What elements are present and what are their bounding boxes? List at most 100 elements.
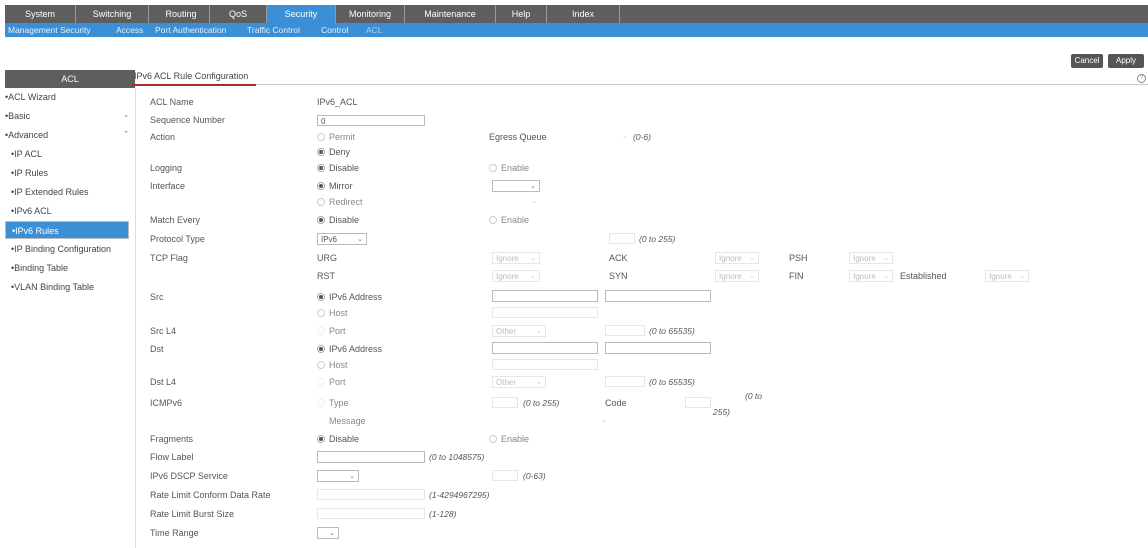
flow-label-input[interactable] — [317, 451, 425, 463]
dst-l4-port-radio[interactable]: Port — [317, 377, 346, 387]
src-host-input[interactable] — [492, 307, 598, 318]
subnav-port-authentication[interactable]: Port Authentication — [155, 23, 226, 37]
rst-select[interactable]: Ignore ⌄ — [492, 270, 540, 282]
sidebar-item-ip-extended-rules[interactable]: •IP Extended Rules — [5, 183, 135, 201]
fragments-enable-radio[interactable]: Enable — [489, 434, 529, 444]
syn-select[interactable]: Ignore ⌄ — [715, 270, 759, 282]
sequence-number-input[interactable]: 0 — [317, 115, 425, 126]
dst-host-input[interactable] — [492, 359, 598, 370]
action-permit-radio[interactable]: Permit — [317, 132, 355, 142]
nav-tab-system[interactable]: System — [5, 5, 76, 23]
match-every-enable-radio[interactable]: Enable — [489, 215, 529, 225]
sidebar-item-ip-binding-configuration[interactable]: •IP Binding Configuration — [5, 240, 135, 258]
dst-host-radio[interactable]: Host — [317, 360, 348, 370]
rate-limit-label: Rate Limit Conform Data Rate — [150, 490, 271, 500]
sidebar-item-ipv6-acl[interactable]: •IPv6 ACL — [5, 202, 135, 220]
sidebar-item-ip-acl[interactable]: •IP ACL — [5, 145, 135, 163]
icmpv6-type-input[interactable] — [492, 397, 518, 408]
burst-size-range: (1-128) — [429, 509, 457, 519]
rate-limit-input[interactable] — [317, 489, 425, 500]
nav-tab-index[interactable]: Index — [547, 5, 620, 23]
apply-button[interactable]: Apply — [1108, 54, 1144, 68]
subnav-acl[interactable]: ACL — [366, 23, 383, 37]
src-l4-port-radio[interactable]: Port — [317, 326, 346, 336]
sidebar-item-label: •IPv6 Rules — [12, 226, 59, 236]
sidebar-item-basic[interactable]: •Basic ⌄ — [5, 107, 135, 125]
icmpv6-message-radio[interactable]: Message — [317, 416, 366, 426]
urg-label: URG — [317, 253, 337, 263]
src-l4-port-input[interactable] — [605, 325, 645, 336]
dst-ipv6-address-input[interactable] — [492, 342, 598, 354]
interface-redirect-radio[interactable]: Redirect — [317, 197, 363, 207]
nav-tab-monitoring[interactable]: Monitoring — [336, 5, 405, 23]
dscp-label: IPv6 DSCP Service — [150, 471, 228, 481]
src-host-radio[interactable]: Host — [317, 308, 348, 318]
dst-ipv6-address-radio[interactable]: IPv6 Address — [317, 344, 382, 354]
icmpv6-label: ICMPv6 — [150, 398, 183, 408]
subnav-traffic-control[interactable]: Traffic Control — [247, 23, 300, 37]
help-icon[interactable]: ? — [1137, 74, 1146, 83]
ack-label: ACK — [609, 253, 628, 263]
fin-label: FIN — [789, 271, 804, 281]
dscp-select[interactable]: ⌄ — [317, 470, 359, 482]
protocol-range: (0 to 255) — [639, 234, 676, 244]
app-frame: System Switching Routing QoS Security Mo… — [5, 5, 1148, 548]
acl-name-value: IPv6_ACL — [317, 97, 358, 107]
interface-redirect-select[interactable]: ⌄ — [492, 196, 540, 208]
icmpv6-type-radio[interactable]: Type — [317, 398, 349, 408]
psh-select[interactable]: Ignore ⌄ — [849, 252, 893, 264]
nav-tab-routing[interactable]: Routing — [153, 5, 210, 23]
action-deny-radio[interactable]: Deny — [317, 147, 350, 157]
sidebar-item-vlan-binding-table[interactable]: •VLAN Binding Table — [5, 278, 135, 296]
nav-tab-switching[interactable]: Switching — [76, 5, 149, 23]
protocol-type-select[interactable]: IPv6 ⌄ — [317, 233, 367, 245]
top-navigation: System Switching Routing QoS Security Mo… — [5, 5, 1148, 24]
ack-select[interactable]: Ignore ⌄ — [715, 252, 759, 264]
dst-ipv6-prefix-input[interactable] — [605, 342, 711, 354]
fin-select[interactable]: Ignore ⌄ — [849, 270, 893, 282]
src-ipv6-prefix-input[interactable] — [605, 290, 711, 302]
src-l4-port-range: (0 to 65535) — [649, 326, 695, 336]
fragments-disable-radio[interactable]: Disable — [317, 434, 359, 444]
egress-queue-select[interactable]: ⌄ — [595, 131, 631, 143]
sidebar-item-binding-table[interactable]: •Binding Table — [5, 259, 135, 277]
src-l4-port-select[interactable]: Other ⌄ — [492, 325, 546, 337]
sidebar-item-label: •IP Binding Configuration — [11, 244, 112, 254]
cancel-button[interactable]: Cancel — [1071, 54, 1103, 68]
time-range-select[interactable]: ⌄ — [317, 527, 339, 539]
dscp-input[interactable] — [492, 470, 518, 481]
dst-l4-port-select[interactable]: Other ⌄ — [492, 376, 546, 388]
burst-size-input[interactable] — [317, 508, 425, 519]
nav-tab-security[interactable]: Security — [267, 5, 336, 23]
src-ipv6-address-radio[interactable]: IPv6 Address — [317, 292, 382, 302]
sidebar-item-acl-wizard[interactable]: •ACL Wizard — [5, 88, 135, 106]
sidebar-item-advanced[interactable]: •Advanced ⌃ — [5, 126, 135, 144]
logging-enable-radio[interactable]: Enable — [489, 163, 529, 173]
nav-tab-qos[interactable]: QoS — [210, 5, 267, 23]
dscp-range: (0-63) — [523, 471, 546, 481]
urg-select[interactable]: Ignore ⌄ — [492, 252, 540, 264]
match-every-disable-radio[interactable]: Disable — [317, 215, 359, 225]
icmpv6-message-select[interactable]: ⌄ — [492, 415, 610, 427]
established-select[interactable]: Ignore ⌄ — [985, 270, 1029, 282]
nav-tab-maintenance[interactable]: Maintenance — [405, 5, 496, 23]
interface-mirror-select[interactable]: ⌄ — [492, 180, 540, 192]
interface-mirror-radio[interactable]: Mirror — [317, 181, 353, 191]
subnav-access[interactable]: Access — [116, 23, 143, 37]
icmpv6-code-range-1: (0 to — [745, 391, 763, 401]
sidebar-item-label: •Binding Table — [11, 263, 69, 273]
dst-label: Dst — [150, 344, 164, 354]
sidebar-item-label: •IP Extended Rules — [11, 187, 89, 197]
protocol-number-input[interactable] — [609, 233, 635, 244]
dst-l4-port-input[interactable] — [605, 376, 645, 387]
nav-tab-help[interactable]: Help — [496, 5, 547, 23]
icmpv6-code-input[interactable] — [685, 397, 711, 408]
logging-disable-radio[interactable]: Disable — [317, 163, 359, 173]
subnav-control[interactable]: Control — [321, 23, 348, 37]
subnav-management-security[interactable]: Management Security — [8, 23, 91, 37]
src-ipv6-address-input[interactable] — [492, 290, 598, 302]
burst-size-label: Rate Limit Burst Size — [150, 509, 235, 519]
sidebar-item-ipv6-rules[interactable]: •IPv6 Rules — [5, 221, 129, 239]
egress-queue-range: (0-6) — [633, 132, 651, 142]
sidebar-item-ip-rules[interactable]: •IP Rules — [5, 164, 135, 182]
